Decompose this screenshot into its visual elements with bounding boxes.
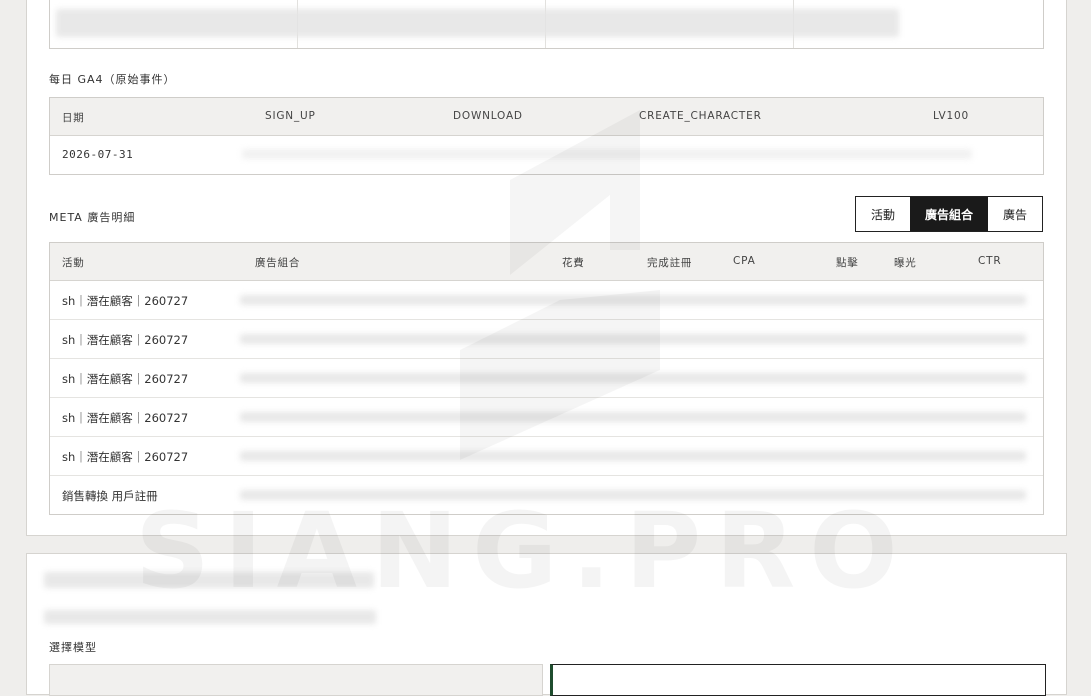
table-row: 2026-07-31 [50,136,1043,174]
table-row[interactable]: 銷售轉換 用戶註冊 [50,476,1043,514]
col-campaign: 活動 [62,257,85,269]
tab-adset[interactable]: 廣告組合 [910,197,988,231]
top-partial-table [49,0,1044,49]
row-campaign: 銷售轉換 用戶註冊 [62,489,158,503]
table-row[interactable]: sh｜潛在顧客｜260727 [50,320,1043,359]
tab-ad[interactable]: 廣告 [988,197,1042,231]
row-campaign: sh｜潛在顧客｜260727 [62,450,189,464]
row-date: 2026-07-31 [62,148,134,161]
table-row[interactable]: sh｜潛在顧客｜260727 [50,359,1043,398]
meta-table: 活動 廣告組合 花費 完成註冊 CPA 點擊 曝光 CTR sh｜潛在顧客｜26… [49,242,1044,515]
ga4-section-title: 每日 GA4（原始事件） [49,73,176,86]
table-row[interactable]: sh｜潛在顧客｜260727 [50,437,1043,476]
redacted-content [56,9,899,37]
col-ctr: CTR [978,255,1002,267]
meta-section-title: META 廣告明細 [49,211,136,224]
redacted-content [44,610,376,624]
redacted-content [240,490,1026,500]
redacted-content [242,149,972,159]
col-create-character: CREATE_CHARACTER [639,110,762,122]
model-select-label: 選擇模型 [49,641,97,654]
row-campaign: sh｜潛在顧客｜260727 [62,411,189,425]
ga4-table-header: 日期 SIGN_UP DOWNLOAD CREATE_CHARACTER LV1… [50,98,1043,136]
col-adset: 廣告組合 [255,257,301,269]
redacted-content [240,334,1026,344]
row-campaign: sh｜潛在顧客｜260727 [62,333,189,347]
col-registrations: 完成註冊 [647,257,693,269]
col-lv100: LV100 [933,110,969,122]
col-sign-up: SIGN_UP [265,110,316,122]
col-clicks: 點擊 [836,257,859,269]
col-date: 日期 [62,112,85,124]
ga4-table: 日期 SIGN_UP DOWNLOAD CREATE_CHARACTER LV1… [49,97,1044,175]
meta-view-toggle: 活動 廣告組合 廣告 [855,196,1043,232]
row-campaign: sh｜潛在顧客｜260727 [62,372,189,386]
redacted-content [240,295,1026,305]
row-campaign: sh｜潛在顧客｜260727 [62,294,189,308]
col-cpa: CPA [733,255,756,267]
tab-campaign[interactable]: 活動 [856,197,910,231]
redacted-content [240,451,1026,461]
redacted-content [240,412,1026,422]
table-row[interactable]: sh｜潛在顧客｜260727 [50,281,1043,320]
table-row[interactable]: sh｜潛在顧客｜260727 [50,398,1043,437]
col-download: DOWNLOAD [453,110,523,122]
col-spend: 花費 [562,257,585,269]
meta-table-header: 活動 廣告組合 花費 完成註冊 CPA 點擊 曝光 CTR [50,243,1043,281]
redacted-content [44,572,374,588]
col-impressions: 曝光 [894,257,917,269]
model-option-right[interactable] [550,664,1046,696]
model-option-left[interactable] [49,664,543,696]
redacted-content [240,373,1026,383]
